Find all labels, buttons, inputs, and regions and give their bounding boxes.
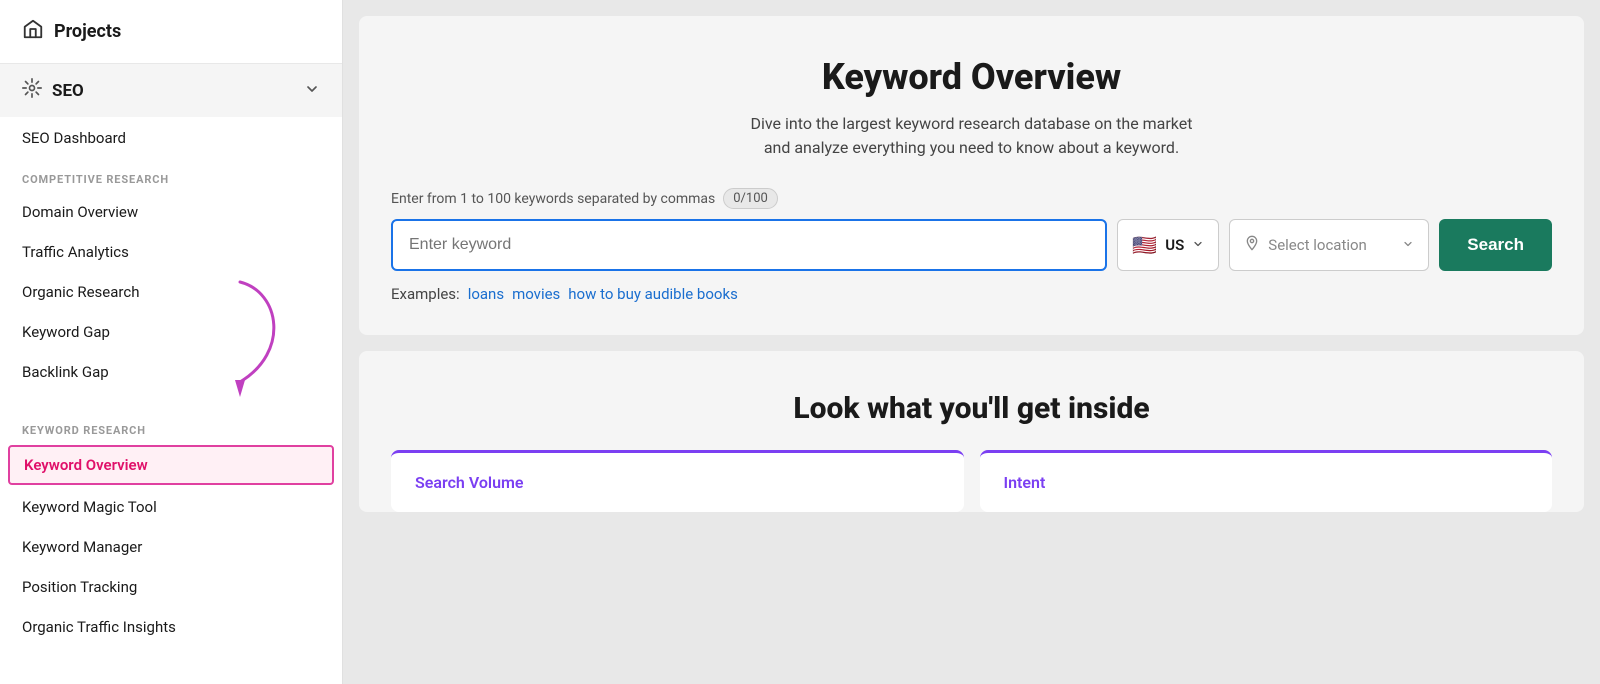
us-flag-icon: 🇺🇸 xyxy=(1132,233,1157,257)
preview-card: Look what you'll get inside Search Volum… xyxy=(359,351,1584,512)
preview-item-search-volume: Search Volume xyxy=(391,450,964,512)
sidebar-item-keyword-overview[interactable]: Keyword Overview xyxy=(8,445,334,485)
sidebar-item-domain-overview[interactable]: Domain Overview xyxy=(0,192,342,232)
sidebar: Projects SEO SEO Dashboard COMPETITIVE R… xyxy=(0,0,343,684)
sidebar-item-keyword-gap[interactable]: Keyword Gap xyxy=(0,312,342,352)
location-dropdown[interactable]: Select location xyxy=(1229,219,1429,271)
example-link-loans[interactable]: loans xyxy=(468,285,504,303)
seo-dashboard-label: SEO Dashboard xyxy=(22,129,126,147)
home-icon xyxy=(22,18,44,45)
sidebar-item-backlink-gap[interactable]: Backlink Gap xyxy=(0,352,342,392)
preview-search-volume-label: Search Volume xyxy=(415,473,524,492)
sidebar-item-keyword-magic-tool[interactable]: Keyword Magic Tool xyxy=(0,487,342,527)
preview-item-intent: Intent xyxy=(980,450,1553,512)
example-link-audible[interactable]: how to buy audible books xyxy=(568,285,738,303)
country-chevron-icon xyxy=(1192,236,1204,254)
keyword-count-row: Enter from 1 to 100 keywords separated b… xyxy=(391,188,1552,209)
country-label: US xyxy=(1165,236,1184,254)
preview-card-title: Look what you'll get inside xyxy=(391,391,1552,426)
sidebar-item-traffic-analytics[interactable]: Traffic Analytics xyxy=(0,232,342,272)
sidebar-item-organic-research[interactable]: Organic Research xyxy=(0,272,342,312)
keyword-overview-card: Keyword Overview Dive into the largest k… xyxy=(359,16,1584,335)
preview-intent-label: Intent xyxy=(1004,473,1046,492)
projects-label: Projects xyxy=(54,21,121,42)
sidebar-item-organic-traffic-insights[interactable]: Organic Traffic Insights xyxy=(0,607,342,647)
sidebar-item-keyword-manager[interactable]: Keyword Manager xyxy=(0,527,342,567)
examples-label: Examples: xyxy=(391,285,460,303)
main-content: Keyword Overview Dive into the largest k… xyxy=(343,0,1600,684)
keyword-input[interactable] xyxy=(391,219,1107,271)
example-link-movies[interactable]: movies xyxy=(512,285,560,303)
search-button[interactable]: Search xyxy=(1439,219,1552,271)
search-row: 🇺🇸 US Select location xyxy=(391,219,1552,271)
sidebar-section-competitive-research: COMPETITIVE RESEARCH xyxy=(0,159,342,192)
sidebar-section-keyword-research: KEYWORD RESEARCH xyxy=(0,410,342,443)
seo-label: SEO xyxy=(52,81,84,101)
location-chevron-icon xyxy=(1402,236,1414,254)
seo-icon xyxy=(22,78,42,103)
location-pin-icon xyxy=(1244,235,1260,255)
keyword-count-badge: 0/100 xyxy=(723,188,778,209)
sidebar-seo-row[interactable]: SEO xyxy=(0,64,342,117)
location-placeholder: Select location xyxy=(1268,236,1394,254)
sidebar-item-seo-dashboard[interactable]: SEO Dashboard xyxy=(0,117,342,159)
sidebar-projects[interactable]: Projects xyxy=(0,0,342,64)
country-dropdown[interactable]: 🇺🇸 US xyxy=(1117,219,1219,271)
examples-row: Examples: loans movies how to buy audibl… xyxy=(391,285,1552,303)
card-title: Keyword Overview xyxy=(391,56,1552,98)
card-subtitle: Dive into the largest keyword research d… xyxy=(391,112,1552,160)
sidebar-item-position-tracking[interactable]: Position Tracking xyxy=(0,567,342,607)
preview-items-row: Search Volume Intent xyxy=(391,450,1552,512)
chevron-down-icon xyxy=(304,81,320,101)
